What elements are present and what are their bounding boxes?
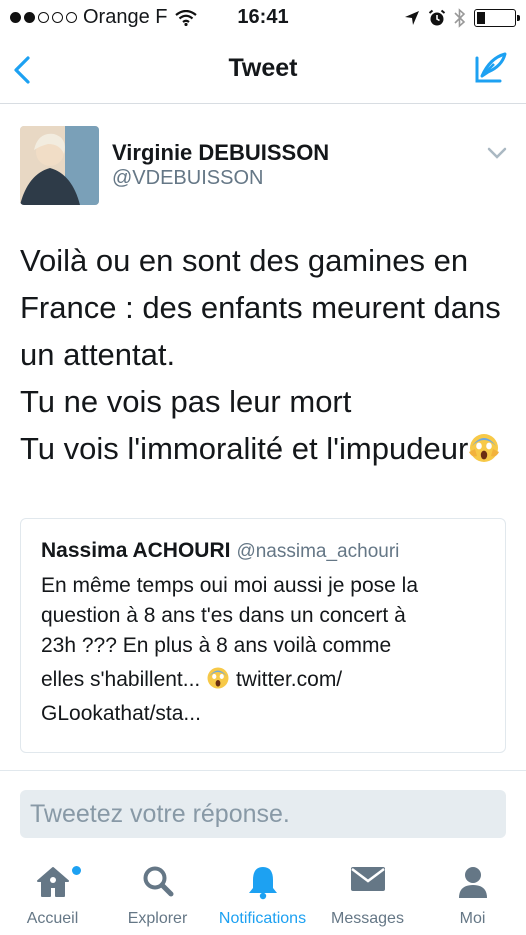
notification-dot (72, 866, 81, 875)
battery-level (477, 12, 485, 24)
tab-bar: Accueil Explorer Notifications Messages … (0, 850, 526, 935)
quoted-line: question à 8 ans t'es dans un concert à (41, 604, 406, 627)
profile-icon (458, 867, 487, 898)
tab-label: Notifications (218, 910, 307, 927)
location-arrow-icon (405, 11, 419, 25)
tab-label: Moi (459, 910, 486, 927)
tab-explore[interactable]: Explorer (105, 850, 210, 935)
reply-input[interactable] (20, 790, 506, 838)
tweet-line: Tu vois l'immoralité et l'impudeur (20, 431, 469, 466)
tab-label: Accueil (26, 910, 79, 927)
quoted-line-with-link: elles s'habillent... twitter.com/ (41, 661, 491, 699)
tab-messages[interactable]: Messages (315, 850, 420, 935)
tab-profile[interactable]: Moi (420, 850, 525, 935)
author-handle[interactable]: @VDEBUISSON (112, 167, 263, 190)
reply-box[interactable] (20, 790, 506, 838)
quoted-line: 23h ??? En plus à 8 ans voilà comme (41, 634, 392, 657)
quoted-line: En même temps oui moi aussi je pose la (41, 574, 419, 597)
tweet-line-last: Tu vois l'immoralité et l'impudeur (20, 425, 515, 472)
bluetooth-icon (454, 8, 466, 28)
quoted-author-handle: @nassima_achouri (236, 541, 400, 562)
author-name[interactable]: Virginie DEBUISSON (112, 140, 329, 166)
battery-icon (474, 9, 520, 27)
quoted-tweet-text: En même temps oui moi aussi je pose la q… (41, 571, 491, 729)
tweet-line: Tu ne vois pas leur mort (20, 384, 352, 419)
tweet-text: Voilà ou en sont des gamines en France :… (20, 237, 515, 472)
quoted-author-name: Nassima ACHOURI (41, 539, 231, 562)
alarm-icon (428, 9, 446, 26)
envelope-icon (350, 867, 385, 891)
tweet-line: un attentat. (20, 337, 176, 372)
tweet-line: Voilà ou en sont des gamines en (20, 243, 469, 278)
tweet-line: France : des enfants meurent dans (20, 290, 501, 325)
quoted-line: elles s'habillent... (41, 668, 201, 691)
screaming-face-icon (207, 667, 229, 689)
quoted-tweet-header: Nassima ACHOURI @nassima_achouri (41, 539, 399, 563)
status-bar: Orange F 16:41 (0, 0, 526, 36)
quoted-link-continued[interactable]: GLookathat/sta... (41, 699, 491, 729)
compose-tweet-icon[interactable] (472, 50, 508, 86)
tab-home[interactable]: Accueil (0, 850, 105, 935)
divider (0, 770, 526, 771)
avatar-photo (20, 126, 99, 205)
search-icon (143, 866, 173, 897)
tab-label: Messages (331, 910, 404, 927)
bell-icon (248, 867, 277, 900)
page-title: Tweet (228, 54, 298, 82)
avatar[interactable] (20, 126, 99, 205)
quoted-tweet-card[interactable]: Nassima ACHOURI @nassima_achouri En même … (20, 518, 506, 753)
tab-label: Explorer (127, 910, 188, 927)
home-icon (36, 867, 69, 897)
status-right (404, 8, 520, 28)
chevron-down-icon[interactable] (486, 146, 508, 160)
screaming-face-icon (469, 434, 500, 462)
navigation-bar: Tweet (0, 36, 526, 104)
quoted-link[interactable]: twitter.com/ (236, 668, 342, 691)
tab-notifications[interactable]: Notifications (210, 850, 315, 935)
